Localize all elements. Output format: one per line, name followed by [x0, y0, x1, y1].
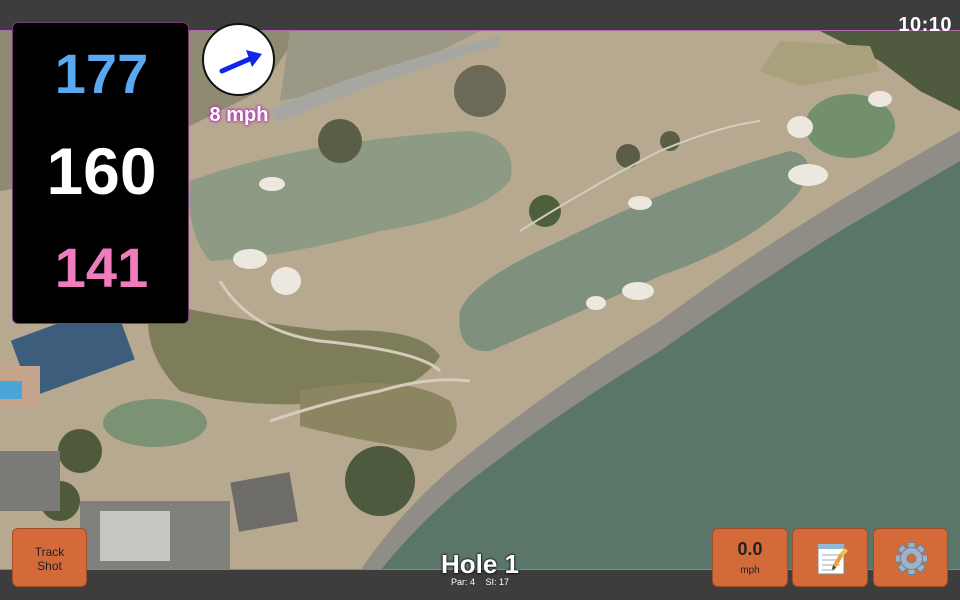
yardage-panel: 177 160 141 [12, 22, 189, 324]
wind-indicator[interactable] [202, 23, 275, 96]
notes-button[interactable] [792, 528, 868, 587]
speed-unit: mph [740, 565, 760, 576]
center-yardage: 160 [46, 134, 157, 208]
clock: 10:10 [898, 14, 952, 36]
hole-par: Par: 4 [450, 577, 475, 587]
settings-button[interactable] [873, 528, 948, 587]
gear-icon [895, 542, 928, 575]
notepad-icon [817, 543, 848, 575]
front-yardage: 141 [54, 236, 149, 299]
speed-button[interactable]: 0.0 mph [712, 528, 788, 587]
track-shot-label-line1: Track [34, 545, 65, 559]
hole-title: Hole 1 [440, 549, 520, 579]
wind-arrow-icon [219, 50, 262, 74]
back-yardage: 177 [54, 42, 149, 105]
track-shot-label-line2: Shot [37, 559, 62, 573]
speed-value: 0.0 [737, 539, 763, 559]
track-shot-button[interactable]: Track Shot [12, 528, 87, 587]
hole-stroke-index: SI: 17 [485, 577, 510, 587]
wind-speed-label: 8 mph [209, 104, 269, 126]
hole-info: Par: 4 SI: 17 [380, 577, 580, 587]
